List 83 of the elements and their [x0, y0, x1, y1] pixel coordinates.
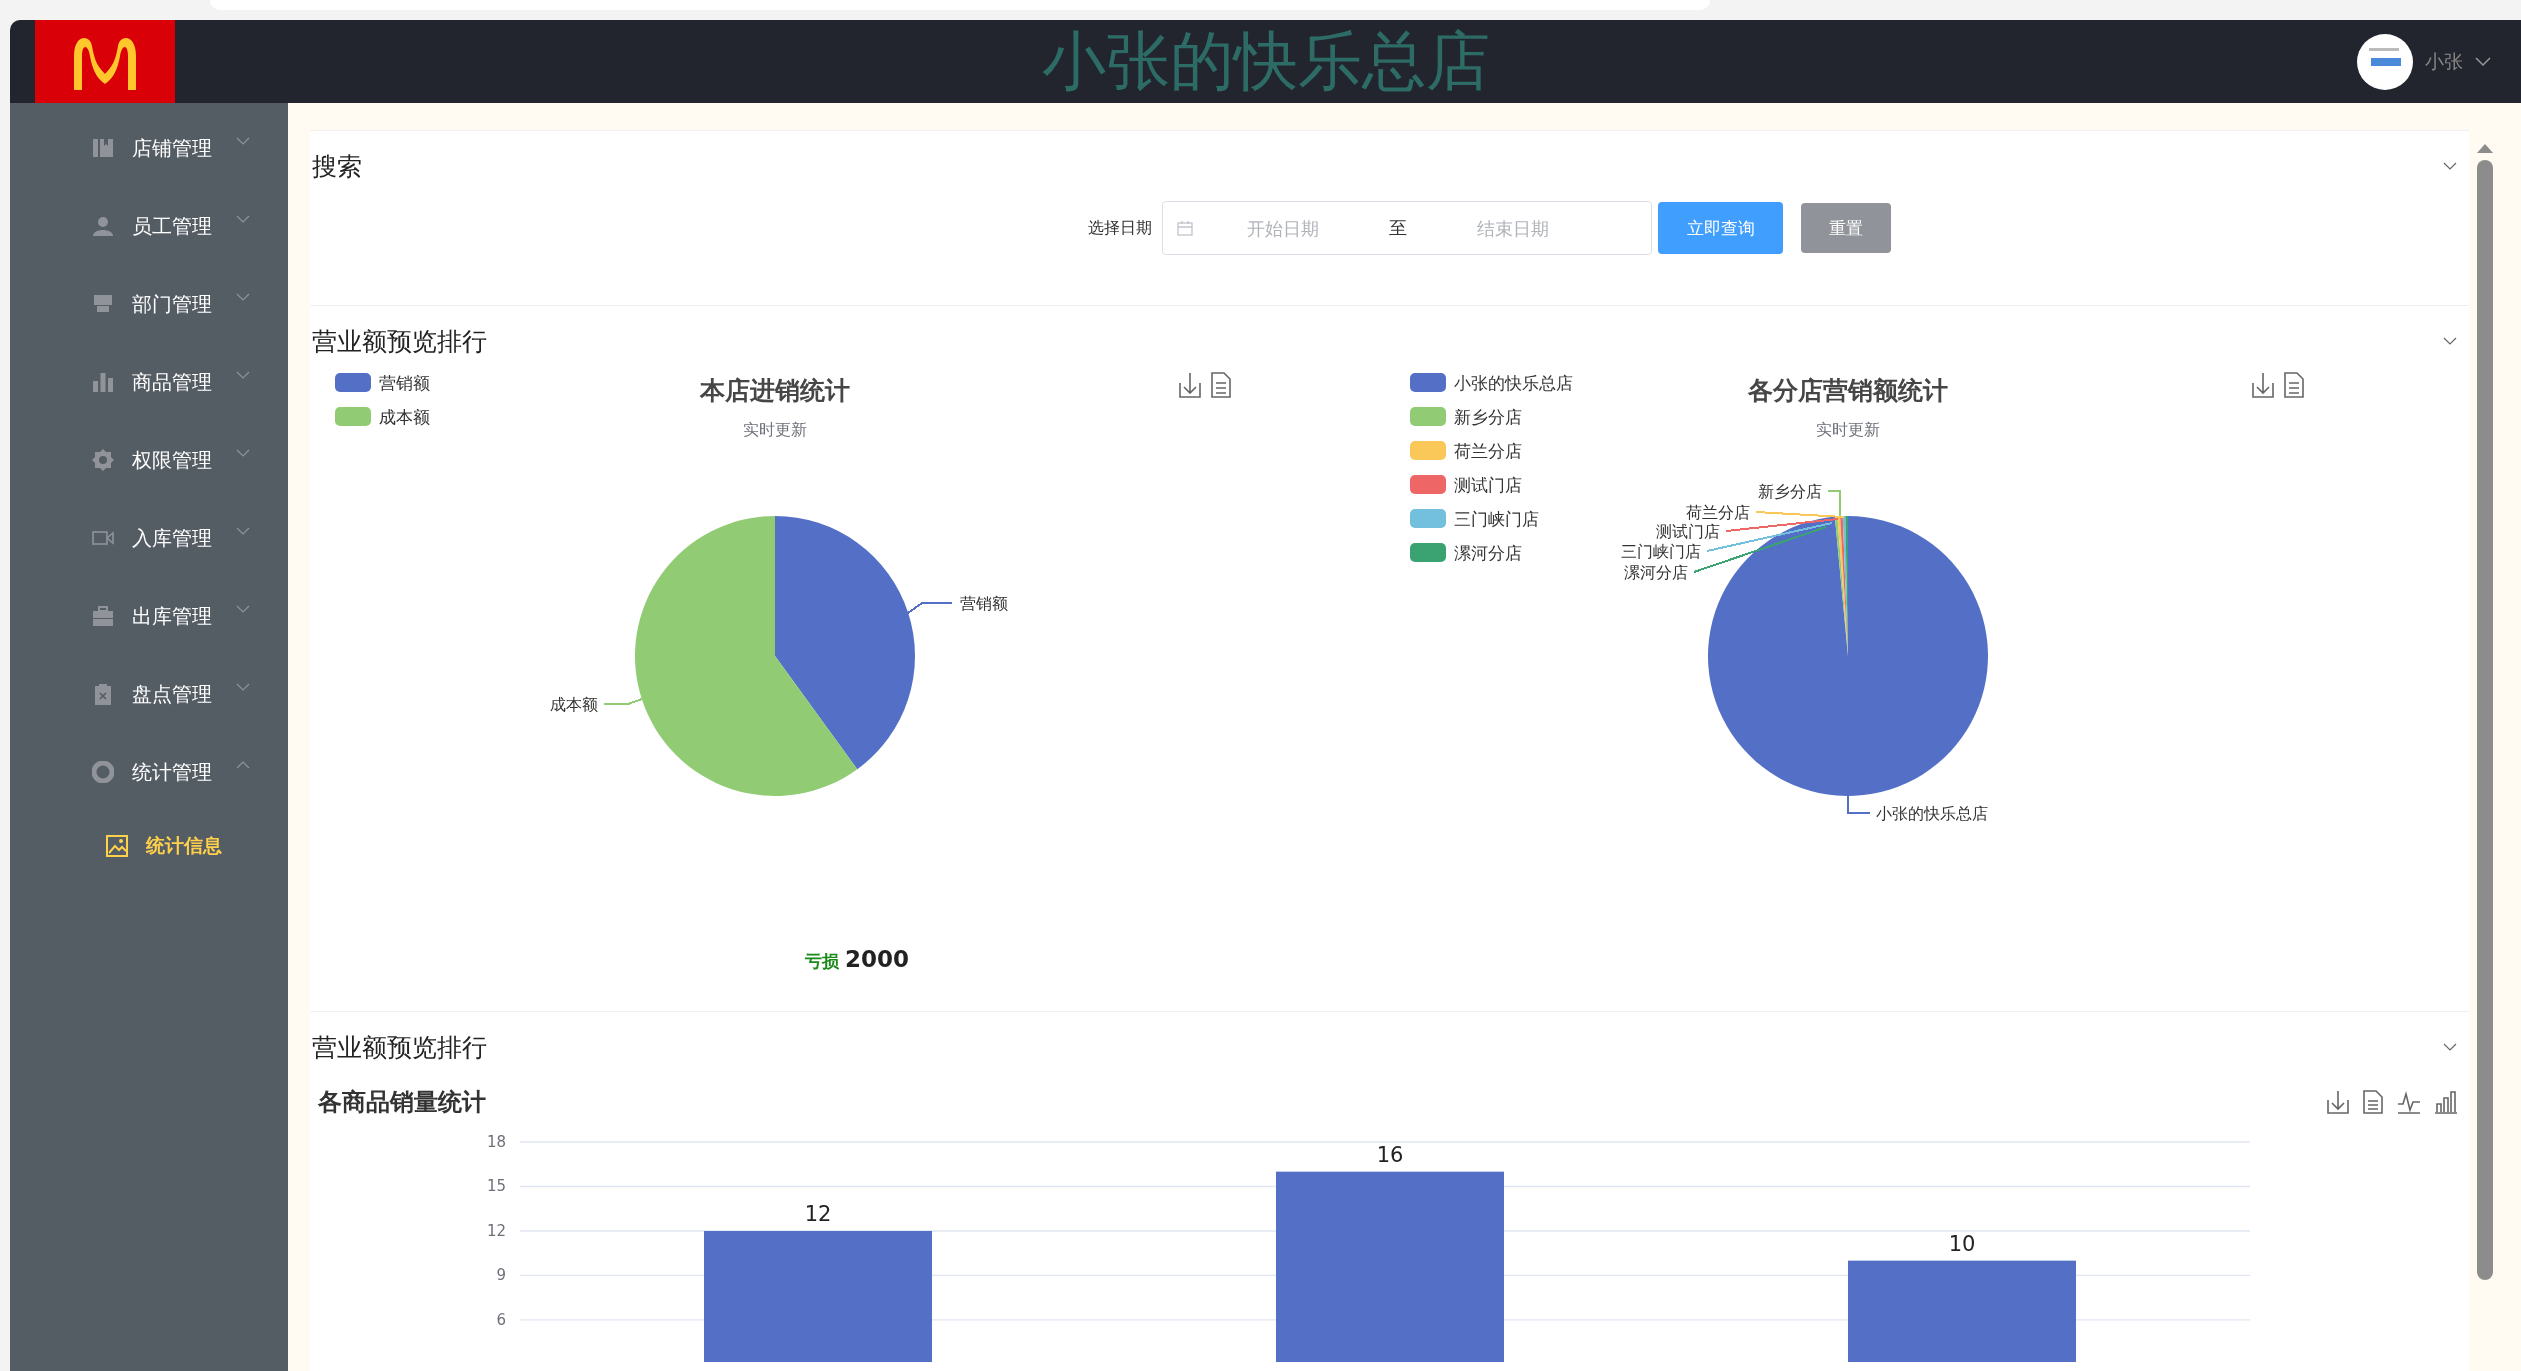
axis-tick-label: 18 — [486, 1133, 506, 1151]
menu-item[interactable]: 统计管理 — [10, 733, 288, 811]
ring-icon — [92, 761, 114, 783]
document-icon[interactable] — [2363, 1090, 2383, 1114]
result-value: 2000 — [845, 946, 909, 972]
slice-label: 小张的快乐总店 — [1876, 804, 1988, 823]
legend-swatch[interactable] — [1410, 373, 1446, 392]
slice-label: 测试门店 — [1656, 522, 1720, 541]
result-label: 亏损 — [805, 950, 839, 973]
legend-label[interactable]: 荷兰分店 — [1454, 441, 1522, 461]
slice-label: 营销额 — [960, 594, 1008, 613]
chart-title: 各商品销量统计 — [318, 1087, 486, 1118]
scroll-up-icon[interactable] — [2476, 142, 2494, 154]
chevron-down-icon[interactable] — [2475, 56, 2491, 67]
range-separator: 至 — [1388, 216, 1408, 240]
store-icon — [92, 137, 114, 159]
axis-tick-label: 12 — [486, 1222, 506, 1240]
collapse-icon[interactable] — [2443, 337, 2457, 345]
section-title: 营业额预览排行 — [312, 1031, 487, 1064]
legend-swatch[interactable] — [1410, 407, 1446, 426]
download-icon[interactable] — [2252, 372, 2274, 398]
bar-value-label: 16 — [1376, 1142, 1404, 1167]
menu-item[interactable]: 出库管理 — [10, 577, 288, 655]
gear-icon — [92, 449, 114, 471]
slice-label: 荷兰分店 — [1686, 503, 1750, 522]
date-range-field[interactable]: 开始日期 至 结束日期 — [1162, 201, 1652, 255]
field-label: 选择日期 — [1088, 217, 1152, 239]
chart-subtitle: 实时更新 — [1816, 420, 1880, 439]
logo-icon[interactable] — [35, 20, 175, 103]
legend-swatch[interactable] — [1410, 543, 1446, 562]
section-title: 搜索 — [312, 150, 362, 183]
user-icon — [92, 215, 114, 237]
legend-label[interactable]: 漯河分店 — [1454, 543, 1522, 563]
legend-label[interactable]: 测试门店 — [1454, 475, 1522, 495]
slice-label: 成本额 — [550, 695, 598, 714]
slice-label: 三门峡门店 — [1621, 542, 1701, 561]
chart-title: 各分店营销额统计 — [1748, 376, 1948, 405]
collapse-icon[interactable] — [2443, 1043, 2457, 1051]
legend-label[interactable]: 新乡分店 — [1454, 407, 1522, 427]
collapse-icon[interactable] — [2443, 162, 2457, 170]
bar-value-label: 12 — [804, 1202, 832, 1226]
menu-item[interactable]: 员工管理 — [10, 187, 288, 265]
bar-value-label: 10 — [1948, 1231, 1976, 1256]
clipboard-icon — [92, 683, 114, 705]
bar-chart-icon — [92, 371, 114, 393]
download-icon[interactable] — [1179, 372, 1201, 398]
menu-item[interactable]: 入库管理 — [10, 499, 288, 577]
user-name[interactable]: 小张 — [2425, 48, 2463, 75]
axis-tick-label: 6 — [496, 1310, 506, 1329]
line-chart-icon[interactable] — [2397, 1090, 2421, 1114]
legend-swatch[interactable] — [335, 373, 371, 392]
download-icon[interactable] — [2327, 1090, 2349, 1114]
slice-label: 漯河分店 — [1624, 563, 1688, 582]
briefcase-icon — [92, 605, 114, 627]
scrollbar-thumb[interactable] — [2477, 160, 2493, 1280]
app-title: 小张的快乐总店 — [1041, 23, 1490, 100]
legend-swatch[interactable] — [1410, 441, 1446, 460]
calendar-icon — [1177, 220, 1193, 236]
slice-label: 新乡分店 — [1758, 482, 1822, 501]
menu-item[interactable]: 店铺管理 — [10, 109, 288, 187]
legend-swatch[interactable] — [335, 407, 371, 426]
menu-item[interactable]: 商品管理 — [10, 343, 288, 421]
legend-swatch[interactable] — [1410, 509, 1446, 528]
document-icon[interactable] — [1211, 372, 1231, 398]
menu-item[interactable]: 权限管理 — [10, 421, 288, 499]
legend-label[interactable]: 三门峡门店 — [1454, 509, 1539, 529]
menu-item[interactable]: 部门管理 — [10, 265, 288, 343]
avatar-icon[interactable] — [2357, 33, 2413, 90]
axis-tick-label: 9 — [496, 1266, 506, 1285]
axis-tick-label: 15 — [486, 1177, 506, 1196]
legend-swatch[interactable] — [1410, 475, 1446, 494]
legend-label[interactable]: 成本额 — [379, 407, 430, 427]
menu-item[interactable]: 盘点管理 — [10, 655, 288, 733]
section-title: 营业额预览排行 — [312, 325, 487, 358]
picture-icon — [106, 835, 128, 857]
chart-subtitle: 实时更新 — [743, 420, 807, 439]
submenu-item[interactable]: 统计信息 — [10, 811, 288, 881]
legend-label[interactable]: 营销额 — [379, 373, 430, 393]
shop-icon — [92, 293, 114, 315]
legend-label[interactable]: 小张的快乐总店 — [1454, 373, 1573, 393]
chart-title: 本店进销统计 — [700, 376, 850, 405]
document-icon[interactable] — [2284, 372, 2304, 398]
bar-chart-icon[interactable] — [2435, 1090, 2457, 1114]
